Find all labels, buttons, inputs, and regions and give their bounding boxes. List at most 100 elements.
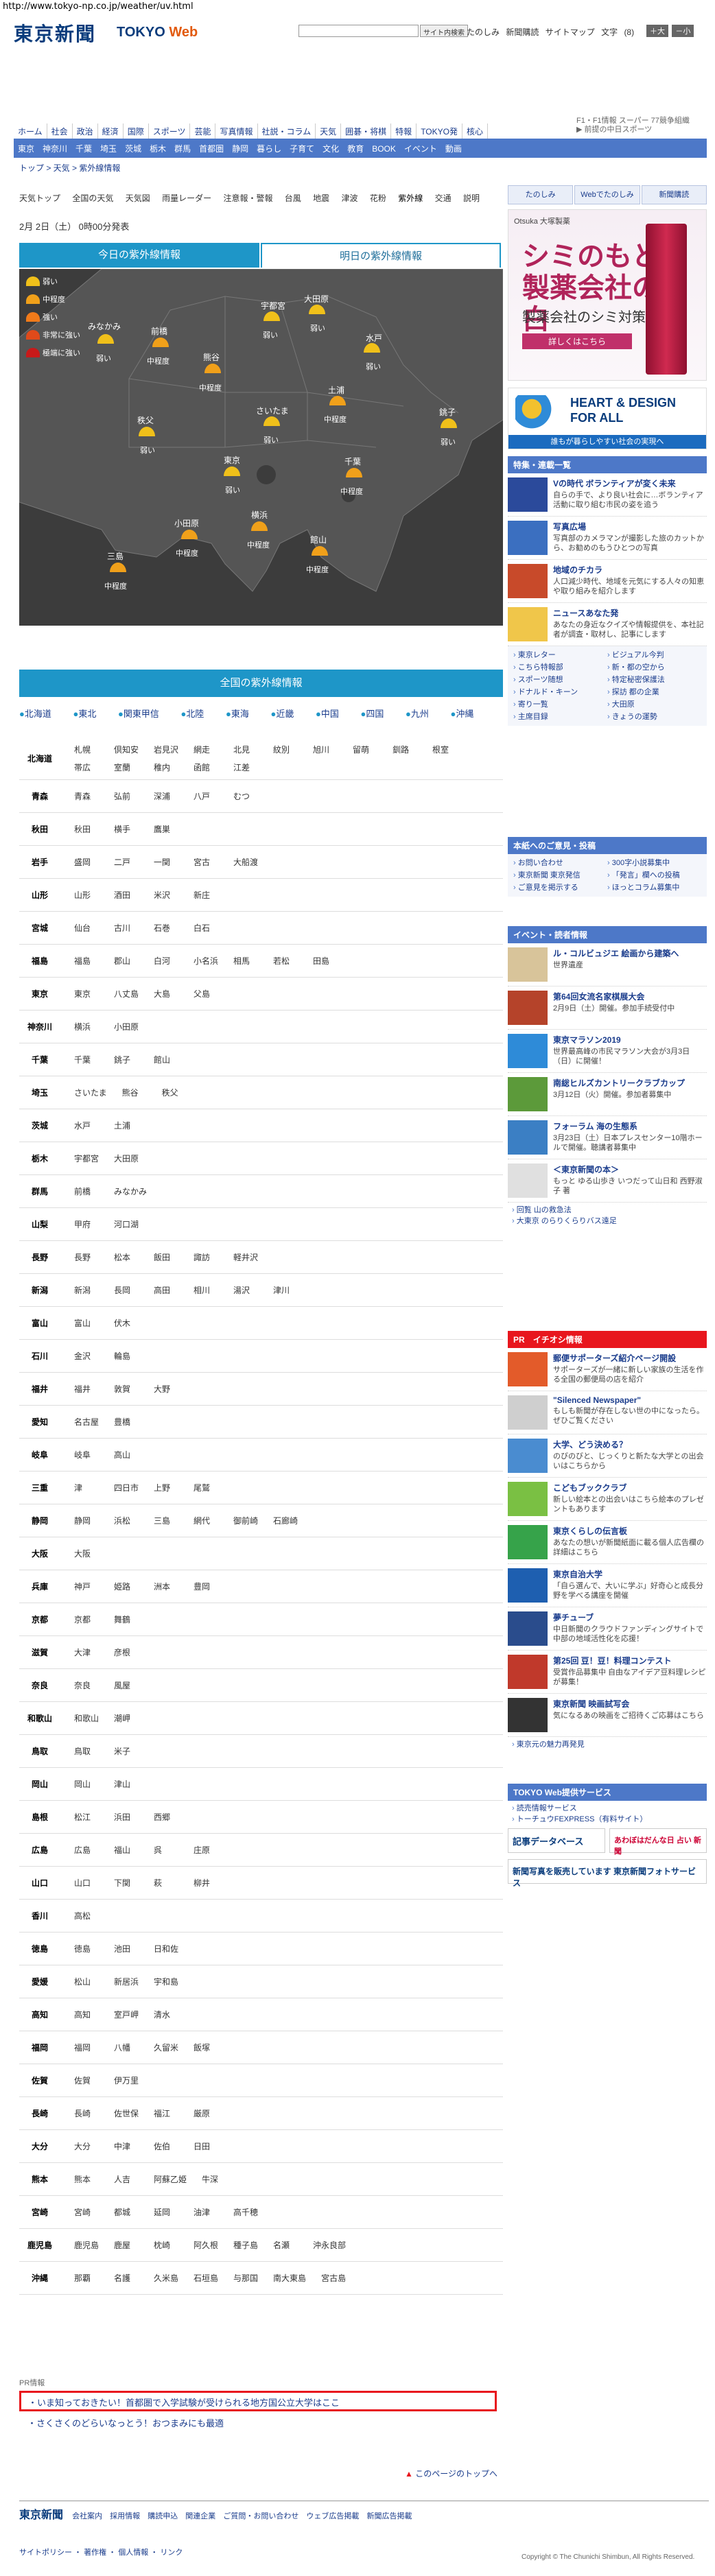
city-link[interactable]: 青森	[74, 788, 99, 805]
city-link[interactable]: 南大東島	[273, 2269, 306, 2287]
header-link-sitemap[interactable]: サイトマップ	[546, 27, 595, 37]
city-link[interactable]: 弘前	[114, 788, 139, 805]
pr-link-highlighted[interactable]: ・いま知っておきたい！首都圏で入学試験が受けられる地方国公立大学はここ	[19, 2391, 497, 2411]
city-link[interactable]: 浜田	[114, 1808, 139, 1826]
breadcrumb[interactable]: トップ > 天気 > 紫外線情報	[19, 162, 120, 174]
city-link[interactable]: 風屋	[114, 1677, 139, 1694]
city-link[interactable]: 下関	[114, 1874, 139, 1892]
city-link[interactable]: 小田原	[114, 1018, 139, 1036]
font-smaller-button[interactable]: －小	[672, 25, 694, 37]
city-link[interactable]: 津	[74, 1479, 99, 1497]
city-link[interactable]: 枕崎	[154, 2236, 178, 2254]
nav-igo[interactable]: 囲碁・将棋	[341, 123, 392, 139]
city-link[interactable]: 高知	[74, 2006, 99, 2024]
subnav-national[interactable]: 全国の天気	[72, 193, 113, 203]
subnav-warnings[interactable]: 注意報・警報	[223, 193, 272, 203]
nav2-saitama[interactable]: 埼玉	[96, 139, 121, 158]
city-link[interactable]: 紋別	[273, 741, 298, 759]
city-link[interactable]: 清水	[154, 2006, 178, 2024]
city-link[interactable]: 相馬	[233, 952, 258, 970]
city-link[interactable]: 江差	[233, 759, 258, 777]
city-link[interactable]: 敦賀	[114, 1380, 139, 1398]
feature-item[interactable]: 郵便サポーターズ紹介ページ開設 サポーターズが一緒に新しい家族の生活を作る全国の郵…	[508, 1348, 707, 1391]
city-link[interactable]: 油津	[194, 2203, 218, 2221]
city-link[interactable]: 沖永良部	[313, 2236, 346, 2254]
city-link[interactable]: 仙台	[74, 919, 99, 937]
nav-politics[interactable]: 政治	[73, 123, 98, 139]
city-link[interactable]: 福島	[74, 952, 99, 970]
city-link[interactable]: 館山	[154, 1051, 178, 1069]
city-link[interactable]: 牛深	[202, 2171, 226, 2188]
ad-detail-button[interactable]: 詳しくはこちら	[522, 333, 632, 349]
city-link[interactable]: 岡山	[74, 1775, 99, 1793]
city-link[interactable]: 松本	[114, 1249, 139, 1266]
subnav-earthquake[interactable]: 地震	[313, 193, 329, 203]
city-link[interactable]: 室戸岬	[114, 2006, 139, 2024]
city-link[interactable]: 宮古島	[321, 2269, 346, 2287]
city-link[interactable]: 大島	[154, 985, 178, 1003]
sidebar-link[interactable]: ビジュアル今判	[607, 649, 701, 661]
city-link[interactable]: 留萌	[353, 741, 377, 759]
feature-item[interactable]: 夢チューブ 中日新聞のクラウドファンディングサイトで中部の地域活性化を応援！	[508, 1607, 707, 1651]
city-link[interactable]: 札幌	[74, 741, 99, 759]
nav2-chiba[interactable]: 千葉	[71, 139, 96, 158]
city-link[interactable]: 佐世保	[114, 2105, 139, 2123]
city-link[interactable]: 大野	[154, 1380, 178, 1398]
city-link[interactable]: 高山	[114, 1446, 139, 1464]
city-link[interactable]: 宮崎	[74, 2203, 99, 2221]
footer-link[interactable]: 採用情報	[110, 2512, 140, 2520]
feature-item[interactable]: ニュースあなた発 あなたの身近なクイズや情報提供を、本社記者が調査・取材し、記事に…	[508, 603, 707, 646]
feature-item[interactable]: 南総ヒルズカントリークラブカップ 3月12日（火）開催。参加者募集中	[508, 1073, 707, 1116]
city-link[interactable]: 石垣島	[194, 2269, 218, 2287]
city-link[interactable]: 父島	[194, 985, 218, 1003]
city-link[interactable]: 旭川	[313, 741, 338, 759]
tab-today[interactable]: 今日の紫外線情報	[19, 243, 259, 268]
city-link[interactable]: 那覇	[74, 2269, 99, 2287]
city-link[interactable]: 広島	[74, 1841, 99, 1859]
city-link[interactable]: 福江	[154, 2105, 178, 2123]
city-link[interactable]: 石巻	[154, 919, 178, 937]
nav2-gunma[interactable]: 群馬	[170, 139, 195, 158]
nav-home[interactable]: ホーム	[14, 123, 47, 139]
city-link[interactable]: 和歌山	[74, 1710, 99, 1727]
city-link[interactable]: 倶知安	[114, 741, 139, 759]
nav-column[interactable]: 社説・コラム	[258, 123, 316, 139]
city-link[interactable]: 名古屋	[74, 1413, 99, 1431]
city-link[interactable]: 函館	[194, 759, 218, 777]
heart-design-ad[interactable]: HEART & DESIGN FOR ALL 誰もが暮らしやすい社会の実現へ	[508, 388, 707, 449]
city-link[interactable]: 潮岬	[114, 1710, 139, 1727]
city-link[interactable]: 白石	[194, 919, 218, 937]
feature-item[interactable]: 東京新聞 映画試写会 気になるあの映画をご招待くご応募はこちら	[508, 1694, 707, 1737]
chunichi-sports-link[interactable]: F1・F1情報 スーパー 77競争組織 ▶ 前提の中日スポーツ	[576, 117, 690, 134]
city-link[interactable]: 上野	[154, 1479, 178, 1497]
region-hokkaido[interactable]: ●北海道	[19, 707, 61, 720]
city-link[interactable]: 米沢	[154, 886, 178, 904]
city-link[interactable]: 飯田	[154, 1249, 178, 1266]
footer-link[interactable]: 関連企業	[185, 2512, 215, 2520]
header-link-tanoshimi[interactable]: たのしみ	[467, 27, 500, 37]
city-link[interactable]: 岐阜	[74, 1446, 99, 1464]
city-link[interactable]: 都城	[114, 2203, 139, 2221]
city-link[interactable]: むつ	[233, 788, 258, 805]
sidebar-link[interactable]: 東京新聞 東京発信	[513, 869, 607, 882]
city-link[interactable]: 豊岡	[194, 1578, 218, 1596]
city-link[interactable]: 富山	[74, 1314, 99, 1332]
city-link[interactable]: 山口	[74, 1874, 99, 1892]
city-link[interactable]: 熊谷	[122, 1084, 147, 1102]
city-link[interactable]: 大津	[74, 1644, 99, 1662]
city-link[interactable]: 宇都宮	[74, 1150, 99, 1168]
city-link[interactable]: 鳥取	[74, 1742, 99, 1760]
search-button[interactable]: サイト内検索	[420, 25, 468, 37]
city-link[interactable]: 四日市	[114, 1479, 139, 1497]
sidebar-link[interactable]: 寄り一覧	[513, 698, 607, 711]
subnav-tsunami[interactable]: 津波	[342, 193, 358, 203]
right-tab-tanoshimi[interactable]: たのしみ	[508, 185, 574, 204]
sidebar-link[interactable]: お問い合わせ	[513, 857, 607, 869]
sidebar-link[interactable]: 読売情報サービス	[512, 1803, 707, 1814]
city-link[interactable]: 新庄	[194, 886, 218, 904]
feature-item[interactable]: 第64回女流名家棋展大会 2月9日（土）開催。参加手続受付中	[508, 986, 707, 1030]
city-link[interactable]: 甲府	[74, 1216, 99, 1233]
city-link[interactable]: 古川	[114, 919, 139, 937]
feature-item[interactable]: ＜東京新聞の本＞ もっと ゆる山歩き いつだって山日和 西野淑子 著	[508, 1159, 707, 1203]
nav-entertainment[interactable]: 芸能	[190, 123, 216, 139]
